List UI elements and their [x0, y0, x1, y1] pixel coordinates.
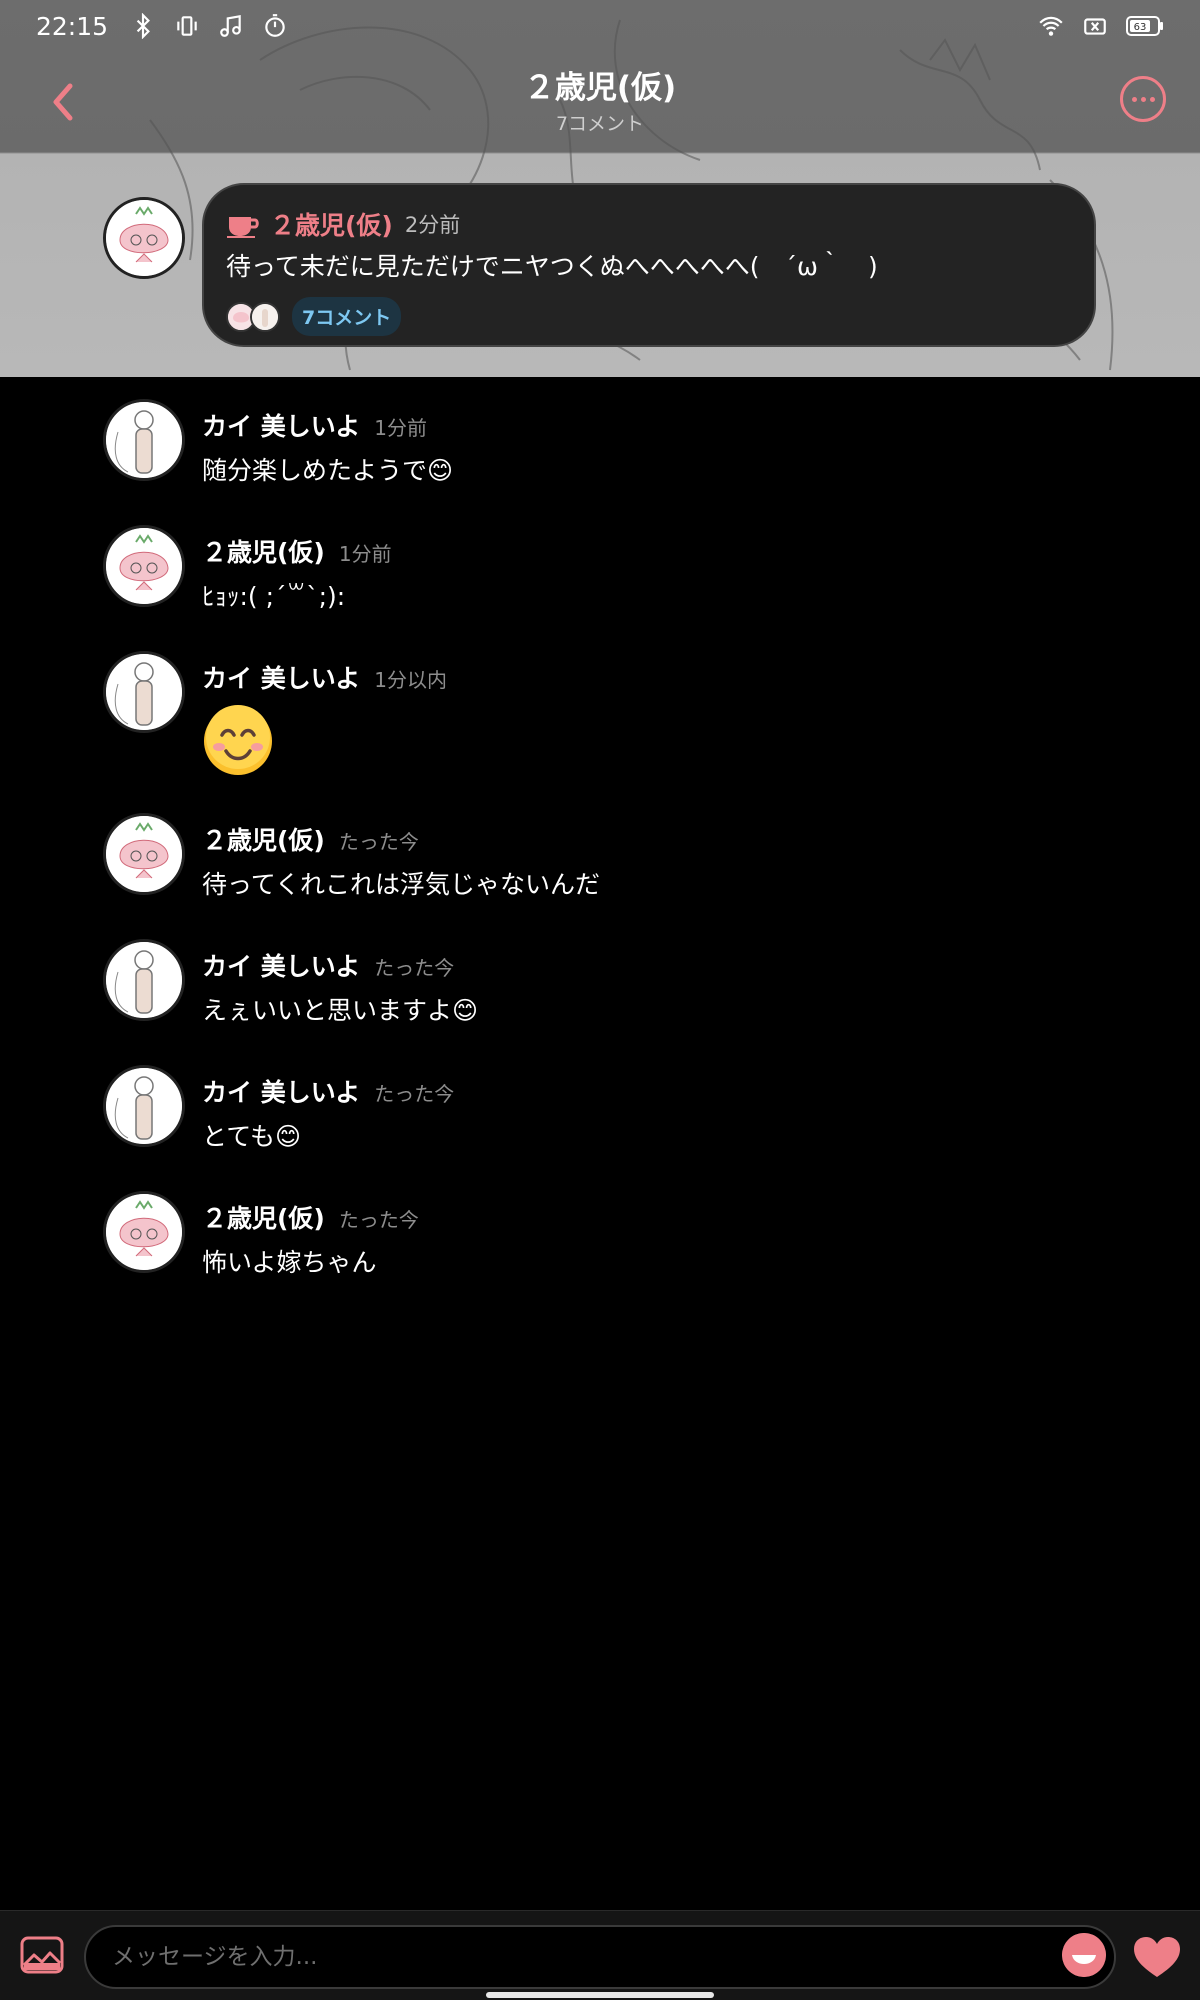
comment-text: 待ってくれこれは浮気じゃないんだ [202, 870, 601, 899]
commenter-avatar-kai[interactable] [103, 939, 185, 1021]
comment-body: カイ 美しいよ 1分以内 [202, 659, 447, 781]
home-indicator[interactable] [486, 1992, 714, 1998]
commenter-avatar [250, 301, 280, 332]
chevron-left-icon [53, 83, 73, 121]
commenter-avatar-kai[interactable] [103, 399, 185, 481]
status-time: 22:15 [36, 11, 109, 41]
more-dot-icon [1149, 96, 1155, 102]
avatar-figure-drawing [106, 942, 182, 1018]
comment-text: ﾋｮｯ:( ;´꒳`;): [202, 582, 346, 611]
comment-body: カイ 美しいよ 1分前 随分楽しめたようで😊 [202, 407, 453, 487]
smiling-face-sticker-icon [204, 705, 272, 775]
comment-timestamp: たった今 [338, 830, 419, 854]
avatar-pink-drawing [106, 528, 182, 604]
comment-timestamp: 1分以内 [374, 668, 447, 692]
post-author-name[interactable]: ２歳児(仮) [270, 206, 393, 242]
comment-author[interactable]: カイ 美しいよ [202, 947, 360, 983]
comment-body: ２歳児(仮) たった今 怖いよ嫁ちゃん [202, 1199, 419, 1279]
music-icon [220, 14, 241, 37]
comment-timestamp: たった今 [374, 956, 455, 980]
comment-body: カイ 美しいよ たった今 とても😊 [202, 1073, 454, 1153]
post-timestamp: 2分前 [404, 213, 461, 237]
comment-header: カイ 美しいよ 1分以内 [202, 659, 447, 695]
comment-text: 随分楽しめたようで😊 [202, 456, 454, 485]
comment-author[interactable]: ２歳児(仮) [202, 1199, 325, 1235]
timer-icon [265, 14, 285, 37]
avatar-pink-drawing [106, 816, 182, 892]
comment-header: カイ 美しいよ 1分前 [202, 407, 453, 443]
commenter-avatar-kai[interactable] [103, 651, 185, 733]
commenter-avatar-2sai[interactable] [103, 525, 185, 607]
comment-header: カイ 美しいよ たった今 [202, 947, 478, 983]
top-bar: ２歳児(仮) 7コメント [0, 52, 1200, 152]
message-input-bar [0, 1910, 1200, 2000]
avatar-pink-drawing [106, 1194, 182, 1270]
comment-author[interactable]: ２歳児(仮) [202, 533, 325, 569]
comment-header: ２歳児(仮) たった今 [202, 821, 600, 857]
post-text: 待って未だに見ただけでニヤつくぬへへへへへ( ´ω｀ ) [226, 252, 878, 281]
coffee-cup-icon [227, 217, 259, 238]
back-button[interactable] [38, 74, 88, 130]
commenter-avatar-2sai[interactable] [103, 813, 185, 895]
bluetooth-icon [136, 13, 150, 39]
comment-timestamp: たった今 [338, 1208, 419, 1232]
message-input[interactable] [84, 1925, 1116, 1989]
page-title: ２歳児(仮) [523, 70, 677, 106]
post-author-avatar[interactable] [103, 197, 185, 279]
more-dot-icon [1140, 96, 1146, 102]
post-footer: 7コメント [226, 297, 1072, 336]
comment-body: ２歳児(仮) たった今 待ってくれこれは浮気じゃないんだ [202, 821, 600, 901]
comment-body: カイ 美しいよ たった今 えぇいいと思いますよ😊 [202, 947, 478, 1027]
comment-count-badge[interactable]: 7コメント [292, 297, 402, 336]
wifi-icon [1039, 16, 1063, 36]
comment-timestamp: 1分前 [374, 416, 427, 440]
title-block: ２歳児(仮) 7コメント [300, 62, 900, 136]
post-header: ２歳児(仮) 2分前 [226, 205, 1072, 243]
comment-body: ２歳児(仮) 1分前 ﾋｮｯ:( ;´꒳`;): [202, 533, 392, 613]
comment-text: とても😊 [202, 1122, 302, 1151]
heart-like-icon[interactable] [1132, 1935, 1182, 1979]
commenter-avatar-kai[interactable] [103, 1065, 185, 1147]
battery-level: 63 [1134, 22, 1147, 33]
avatar-pink-drawing [106, 200, 182, 276]
vibrate-icon [177, 16, 197, 36]
comment-text: えぇいいと思いますよ😊 [202, 996, 479, 1025]
avatar-figure-drawing [106, 402, 182, 478]
status-icons-left [130, 13, 288, 39]
battery-icon: 63 [1126, 16, 1163, 36]
comment-author[interactable]: ２歳児(仮) [202, 821, 325, 857]
comment-timestamp: 1分前 [338, 542, 392, 566]
comment-author[interactable]: カイ 美しいよ [202, 1073, 360, 1109]
avatar-figure-drawing [106, 654, 182, 730]
comment-header: カイ 美しいよ たった今 [202, 1073, 454, 1109]
page-subtitle: 7コメント [555, 113, 645, 135]
emoji-button-icon[interactable] [1062, 1933, 1106, 1977]
comment-author[interactable]: カイ 美しいよ [202, 407, 360, 443]
original-post-card[interactable]: ２歳児(仮) 2分前 待って未だに見ただけでニヤつくぬへへへへへ( ´ω｀ ) … [202, 183, 1096, 347]
status-icons-right: 63 [1038, 13, 1164, 39]
comment-text: 怖いよ嫁ちゃん [202, 1248, 377, 1277]
avatar-figure-drawing [106, 1068, 182, 1144]
more-options-button[interactable] [1120, 76, 1166, 122]
status-bar: 22:15 63 [0, 0, 1200, 52]
commenter-avatar-2sai[interactable] [103, 1191, 185, 1273]
chat-screen: 22:15 63 ２歳児(仮) 7コメント ２歳児(仮) 2分前 待って未だに見… [0, 0, 1200, 2000]
comment-header: ２歳児(仮) たった今 [202, 1199, 419, 1235]
comment-author[interactable]: カイ 美しいよ [202, 659, 360, 695]
more-dot-icon [1131, 96, 1137, 102]
no-sim-icon [1084, 18, 1106, 35]
comment-header: ２歳児(仮) 1分前 [202, 533, 392, 569]
image-picker-icon[interactable] [20, 1935, 64, 1975]
comment-timestamp: たった今 [374, 1082, 455, 1106]
